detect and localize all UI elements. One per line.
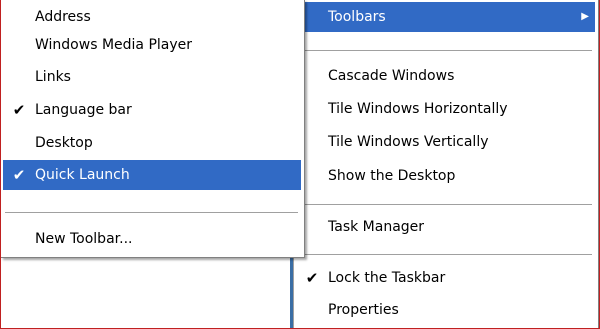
submenu-item-address[interactable]: Address xyxy=(3,2,301,32)
menu-item-label: Lock the Taskbar xyxy=(328,270,446,286)
menu-item-label: Tile Windows Vertically xyxy=(328,134,489,150)
menu-item-task-manager[interactable]: Task Manager xyxy=(296,212,595,242)
submenu-item-links[interactable]: Links xyxy=(3,62,301,92)
menu-item-lock-taskbar[interactable]: ✔ Lock the Taskbar xyxy=(296,263,595,293)
menu-item-label: Toolbars xyxy=(328,9,386,25)
submenu-item-desktop[interactable]: Desktop xyxy=(3,128,301,158)
menu-separator xyxy=(298,50,592,52)
submenu-item-windows-media-player[interactable]: Windows Media Player xyxy=(3,30,301,60)
menu-item-label: New Toolbar... xyxy=(35,231,133,247)
submenu-item-label: Links xyxy=(35,69,71,85)
menu-item-tile-vertically[interactable]: Tile Windows Vertically xyxy=(296,127,595,157)
menu-item-show-desktop[interactable]: Show the Desktop xyxy=(296,161,595,191)
checkmark-icon: ✔ xyxy=(12,166,26,184)
menu-separator xyxy=(5,212,298,214)
submenu-item-label: Quick Launch xyxy=(35,167,130,183)
menu-separator xyxy=(298,254,592,256)
submenu-item-quick-launch[interactable]: ✔ Quick Launch xyxy=(3,160,301,190)
checkmark-icon: ✔ xyxy=(305,269,319,287)
checkmark-icon: ✔ xyxy=(12,101,26,119)
submenu-arrow-icon: ▶ xyxy=(581,11,589,22)
toolbars-submenu: Address Windows Media Player Links ✔ Languag… xyxy=(1,0,305,258)
menu-item-label: Show the Desktop xyxy=(328,168,456,184)
menu-item-toolbars[interactable]: Toolbars ▶ xyxy=(296,2,595,32)
menu-item-label: Properties xyxy=(328,302,399,318)
menu-item-label: Task Manager xyxy=(328,219,425,235)
submenu-item-label: Language bar xyxy=(35,102,132,118)
menu-item-label: Cascade Windows xyxy=(328,68,455,84)
menu-item-label: Tile Windows Horizontally xyxy=(328,101,508,117)
menu-item-properties[interactable]: Properties xyxy=(296,295,595,325)
taskbar-context-menu: Toolbars ▶ Cascade Windows Tile Windows … xyxy=(293,0,599,328)
submenu-item-language-bar[interactable]: ✔ Language bar xyxy=(3,95,301,125)
menu-item-cascade-windows[interactable]: Cascade Windows xyxy=(296,61,595,91)
menu-separator xyxy=(298,204,592,206)
submenu-item-label: Desktop xyxy=(35,135,93,151)
submenu-item-label: Windows Media Player xyxy=(35,37,193,53)
menu-item-new-toolbar[interactable]: New Toolbar... xyxy=(3,224,301,254)
menu-item-tile-horizontally[interactable]: Tile Windows Horizontally xyxy=(296,94,595,124)
submenu-item-label: Address xyxy=(35,9,91,25)
